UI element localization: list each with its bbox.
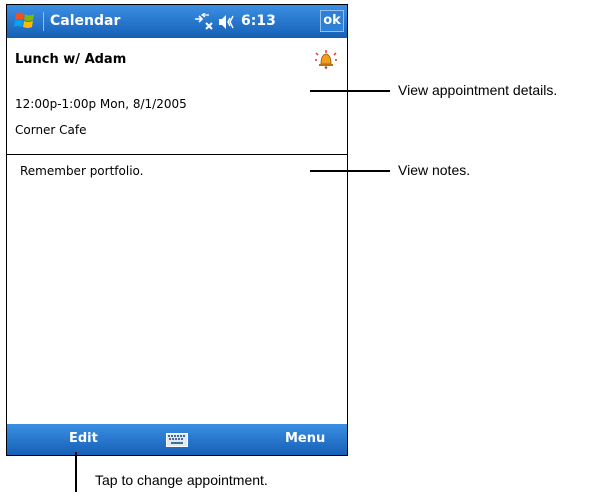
appointment-title: Lunch w/ Adam	[15, 52, 127, 67]
windows-start-icon[interactable]	[13, 10, 37, 32]
title-bar: Calendar 6:13 ok	[7, 5, 347, 38]
notes-text: Remember portfolio.	[20, 164, 144, 178]
edit-callout-text: Tap to change appointment.	[95, 472, 268, 488]
edit-button[interactable]: Edit	[69, 431, 98, 446]
menu-button[interactable]: Menu	[285, 431, 325, 446]
details-callout-line	[310, 90, 390, 92]
title-separator	[43, 12, 44, 31]
alarm-bell-icon	[315, 49, 337, 69]
details-callout-text: View appointment details.	[398, 82, 558, 98]
volume-icon[interactable]	[218, 14, 238, 30]
clock[interactable]: 6:13	[241, 13, 276, 29]
app-title: Calendar	[50, 13, 121, 29]
edit-callout-line	[75, 452, 77, 492]
ok-button[interactable]: ok	[320, 10, 344, 32]
notes-callout-text: View notes.	[398, 162, 471, 178]
notes-area[interactable]: Remember portfolio.	[7, 155, 347, 425]
notes-callout-line	[310, 170, 390, 172]
appointment-location: Corner Cafe	[15, 123, 87, 137]
connectivity-icon[interactable]	[193, 12, 215, 31]
keyboard-icon[interactable]	[166, 433, 188, 447]
appointment-time: 12:00p-1:00p Mon, 8/1/2005	[15, 97, 187, 111]
pocket-pc-screen: Calendar 6:13 ok Lunch w/ Adam 12:00p-1:…	[6, 4, 348, 456]
menu-bar: Edit Menu	[7, 424, 347, 455]
